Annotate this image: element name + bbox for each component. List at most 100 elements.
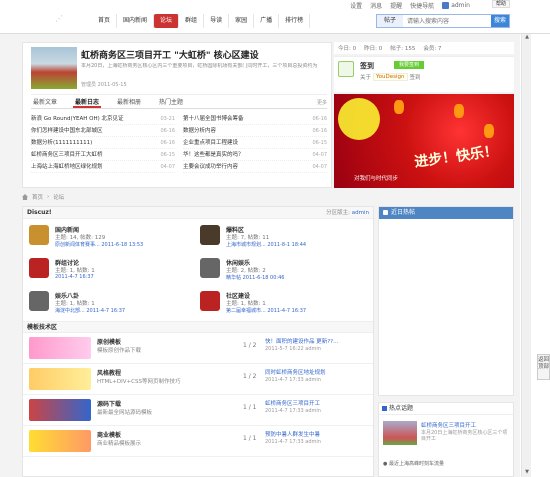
scroll-down-icon[interactable]: ▼ xyxy=(523,469,531,477)
forum-icon[interactable] xyxy=(200,291,220,311)
signin-icon xyxy=(338,61,354,77)
nav-guide[interactable]: 导读 xyxy=(204,14,230,28)
search-input[interactable] xyxy=(403,15,491,27)
top-links: 设置 消息 提醒 快捷导航 admin xyxy=(350,1,470,10)
forum-icon[interactable] xyxy=(200,258,220,278)
signin-button[interactable]: 我要签到 xyxy=(394,61,424,69)
nav-ranking[interactable]: 排行榜 xyxy=(279,14,311,28)
forum-row[interactable]: 原创模板 模板原创作品下载 1 / 2 快！面积的建设作品 更新??... 20… xyxy=(23,333,373,364)
article-lists: 新浪 Go Round(YEAH OH) 北京见证 03-21 你们怎样建设中国东… xyxy=(31,113,327,187)
forum-row[interactable]: 风格教程 HTML+DIV+CSS等网页制作技巧 1 / 2 同时虹桥商务区地址… xyxy=(23,364,373,395)
forum-icon[interactable] xyxy=(29,291,49,311)
tab-latest-articles[interactable]: 最新文章 xyxy=(31,97,59,108)
lantern-icon xyxy=(394,100,404,114)
forum-icon[interactable] xyxy=(29,258,49,278)
content-tabs: 最新文章 最新日志 最新相册 热门主题 更多 xyxy=(31,97,327,109)
forum-icon[interactable] xyxy=(29,225,49,245)
forum-banner[interactable] xyxy=(29,399,91,421)
moderator-link[interactable]: admin xyxy=(352,210,369,216)
portal-card: 虹桥商务区三项目开工 "大虹桥" 核心区建设 本月20日，上海虹桥商务区核心区内… xyxy=(22,42,332,188)
forum-item[interactable]: 爆料区 主题: 7, 帖数: 11 上海市城市规划... 2011-8-1 18:4… xyxy=(198,223,369,256)
toplink-messages[interactable]: 消息 xyxy=(370,1,382,10)
user-menu[interactable]: admin xyxy=(442,1,470,9)
list-item[interactable]: 你们怎样建设中国东北部城区 06-16 xyxy=(31,125,175,137)
hot-list-item[interactable]: ● 最近上海高峰时刻车流量 xyxy=(383,460,444,467)
stat-members: 会员: 7 xyxy=(423,46,442,52)
hot-topic-desc: 本月20日上海虹桥商务区核心区三个项目开工 xyxy=(421,430,508,442)
crumb-home[interactable]: 首页 xyxy=(32,193,43,201)
main-nav: 首页 国内新闻 论坛 群组 导读 家园 广播 排行榜 xyxy=(92,14,311,28)
forum-icon[interactable] xyxy=(200,225,220,245)
tab-latest-blogs[interactable]: 最新日志 xyxy=(73,97,102,108)
side-panel-hot: 近日热帖 xyxy=(378,206,514,396)
hot-topic-image[interactable] xyxy=(383,421,417,445)
list-item[interactable]: 第十八届全国书博会筹备 06-16 xyxy=(183,113,327,125)
list-item[interactable]: 上海站上海虹桥地区绿化规划 04-07 xyxy=(31,161,175,173)
toplink-settings[interactable]: 设置 xyxy=(350,1,362,10)
forum-item[interactable]: 娱乐八卦 主题: 1, 帖数: 1 海淀中北部... 2011-4-7 16:37 xyxy=(27,289,198,322)
search-scope-select[interactable]: 帖子 xyxy=(377,15,403,27)
promo-banner[interactable]: 进步！快乐！ 对我们与时代同步 xyxy=(334,94,514,188)
forum-main: Discuz! 分区版主: admin 国内新闻 主题: 14, 帖数: 129 原… xyxy=(22,206,374,477)
tabs-more-link[interactable]: 更多 xyxy=(317,97,327,109)
help-button[interactable]: 帮助 xyxy=(492,0,510,8)
list-item[interactable]: 数据分析内容 06-16 xyxy=(183,125,327,137)
signin-panel: 签到 我要签到 关于 YouDesign 签到 xyxy=(334,56,514,92)
scrollbar[interactable]: ▲ ▼ xyxy=(521,34,531,477)
search-button[interactable]: 搜索 xyxy=(491,15,509,27)
signin-title: 签到 xyxy=(360,62,374,70)
nav-home[interactable]: 首页 xyxy=(92,14,118,28)
forum-banner[interactable] xyxy=(29,368,91,390)
list-item[interactable]: 企业重点项目工程建设 06-15 xyxy=(183,137,327,149)
forum-row[interactable]: 源码下载 最新最全网站源码模板 1 / 1 虹桥商务区三项目开工 2011-4-… xyxy=(23,395,373,426)
side-panel-topics: 热点话题 虹桥商务区三项目开工 本月20日上海虹桥商务区核心区三个项目开工 ● … xyxy=(378,402,514,477)
forum-stats: 今日: 0 昨日: 0 帖子: 155 会员: 7 xyxy=(334,42,514,54)
stat-today: 今日: 0 xyxy=(338,46,357,52)
username: admin xyxy=(451,1,470,9)
logo-icon: ⋰ xyxy=(55,14,63,23)
forum-banner[interactable] xyxy=(29,337,91,359)
featured-image[interactable] xyxy=(31,47,77,89)
forum-item[interactable]: 国内新闻 主题: 14, 帖数: 129 原创新闻体育赛事... 2011-6-18… xyxy=(27,223,198,256)
list-item[interactable]: 新浪 Go Round(YEAH OH) 北京见证 03-21 xyxy=(31,113,175,125)
list-left: 新浪 Go Round(YEAH OH) 北京见证 03-21 你们怎样建设中国东… xyxy=(31,113,175,187)
featured-title[interactable]: 虹桥商务区三项目开工 "大虹桥" 核心区建设 xyxy=(81,48,259,61)
scroll-up-icon[interactable]: ▲ xyxy=(523,34,531,42)
avatar xyxy=(442,1,450,9)
home-icon[interactable] xyxy=(22,194,28,200)
tab-hot-topics[interactable]: 热门主题 xyxy=(157,97,185,108)
search-bar: 帖子 搜索 xyxy=(376,14,510,28)
hot-topic-title[interactable]: 虹桥商务区三项目开工 xyxy=(421,421,511,429)
list-item[interactable]: 华！这些都是真实的吗？ 04-07 xyxy=(183,149,327,161)
toplink-alerts[interactable]: 提醒 xyxy=(390,1,402,10)
back-to-top-button[interactable]: 返回顶部 xyxy=(537,354,550,380)
nav-forum[interactable]: 论坛 xyxy=(154,14,180,28)
tab-latest-albums[interactable]: 最新相册 xyxy=(115,97,143,108)
banner-ring xyxy=(338,98,380,140)
nav-broadcast[interactable]: 广播 xyxy=(254,14,280,28)
breadcrumb: 首页 › 论坛 xyxy=(22,192,514,202)
nav-home-space[interactable]: 家园 xyxy=(229,14,255,28)
forum-banner[interactable] xyxy=(29,430,91,452)
forum-item[interactable]: 社区建设 主题: 1, 帖数: 1 第二届幸福城市... 2011-4-7 16:3… xyxy=(198,289,369,322)
crumb-current[interactable]: 论坛 xyxy=(53,193,64,201)
forum-item[interactable]: 群组讨论 主题: 1, 帖数: 1 2011-4-7 16:37 xyxy=(27,256,198,289)
featured-desc: 本月20日，上海虹桥商务区核心区内三个重要项目，虹桥国际机场有关部门同时开工，三… xyxy=(81,63,318,69)
section-header-templates: 模板技术区 xyxy=(23,321,373,333)
list-item[interactable]: 主要会议成功举行内容 04-07 xyxy=(183,161,327,173)
list-item[interactable]: 虹桥商务区三项目开工大虹桥 06-15 xyxy=(31,149,175,161)
top-bar: ⋰ 设置 消息 提醒 快捷导航 admin 帮助 首页 国内新闻 论坛 群组 导… xyxy=(0,0,550,34)
forum-item[interactable]: 休闲娱乐 主题: 2, 帖数: 2 精华帖 2011-6-18 00:46 xyxy=(198,256,369,289)
lantern-icon xyxy=(484,124,494,138)
list-item[interactable]: 数据分析(1111111111) 06-16 xyxy=(31,137,175,149)
banner-title: 进步！快乐！ xyxy=(413,143,499,171)
forum-row[interactable]: 商业模板 商业精品模板展示 1 / 1 预防中暑人群发生中暑 2011-4-7 … xyxy=(23,426,373,457)
nav-groups[interactable]: 群组 xyxy=(179,14,205,28)
signin-link[interactable]: YouDesign xyxy=(373,73,408,81)
toplink-quicknav[interactable]: 快捷导航 xyxy=(410,1,434,10)
forum-grid: 国内新闻 主题: 14, 帖数: 129 原创新闻体育赛事... 2011-6-18… xyxy=(23,219,373,321)
nav-news[interactable]: 国内新闻 xyxy=(117,14,155,28)
list-right: 第十八届全国书博会筹备 06-16 数据分析内容 06-16 企业重点项目工程建设 0… xyxy=(183,113,327,187)
banner-subtitle: 对我们与时代同步 xyxy=(354,176,399,182)
featured-article[interactable]: 虹桥商务区三项目开工 "大虹桥" 核心区建设 本月20日，上海虹桥商务区核心区内… xyxy=(31,47,327,95)
